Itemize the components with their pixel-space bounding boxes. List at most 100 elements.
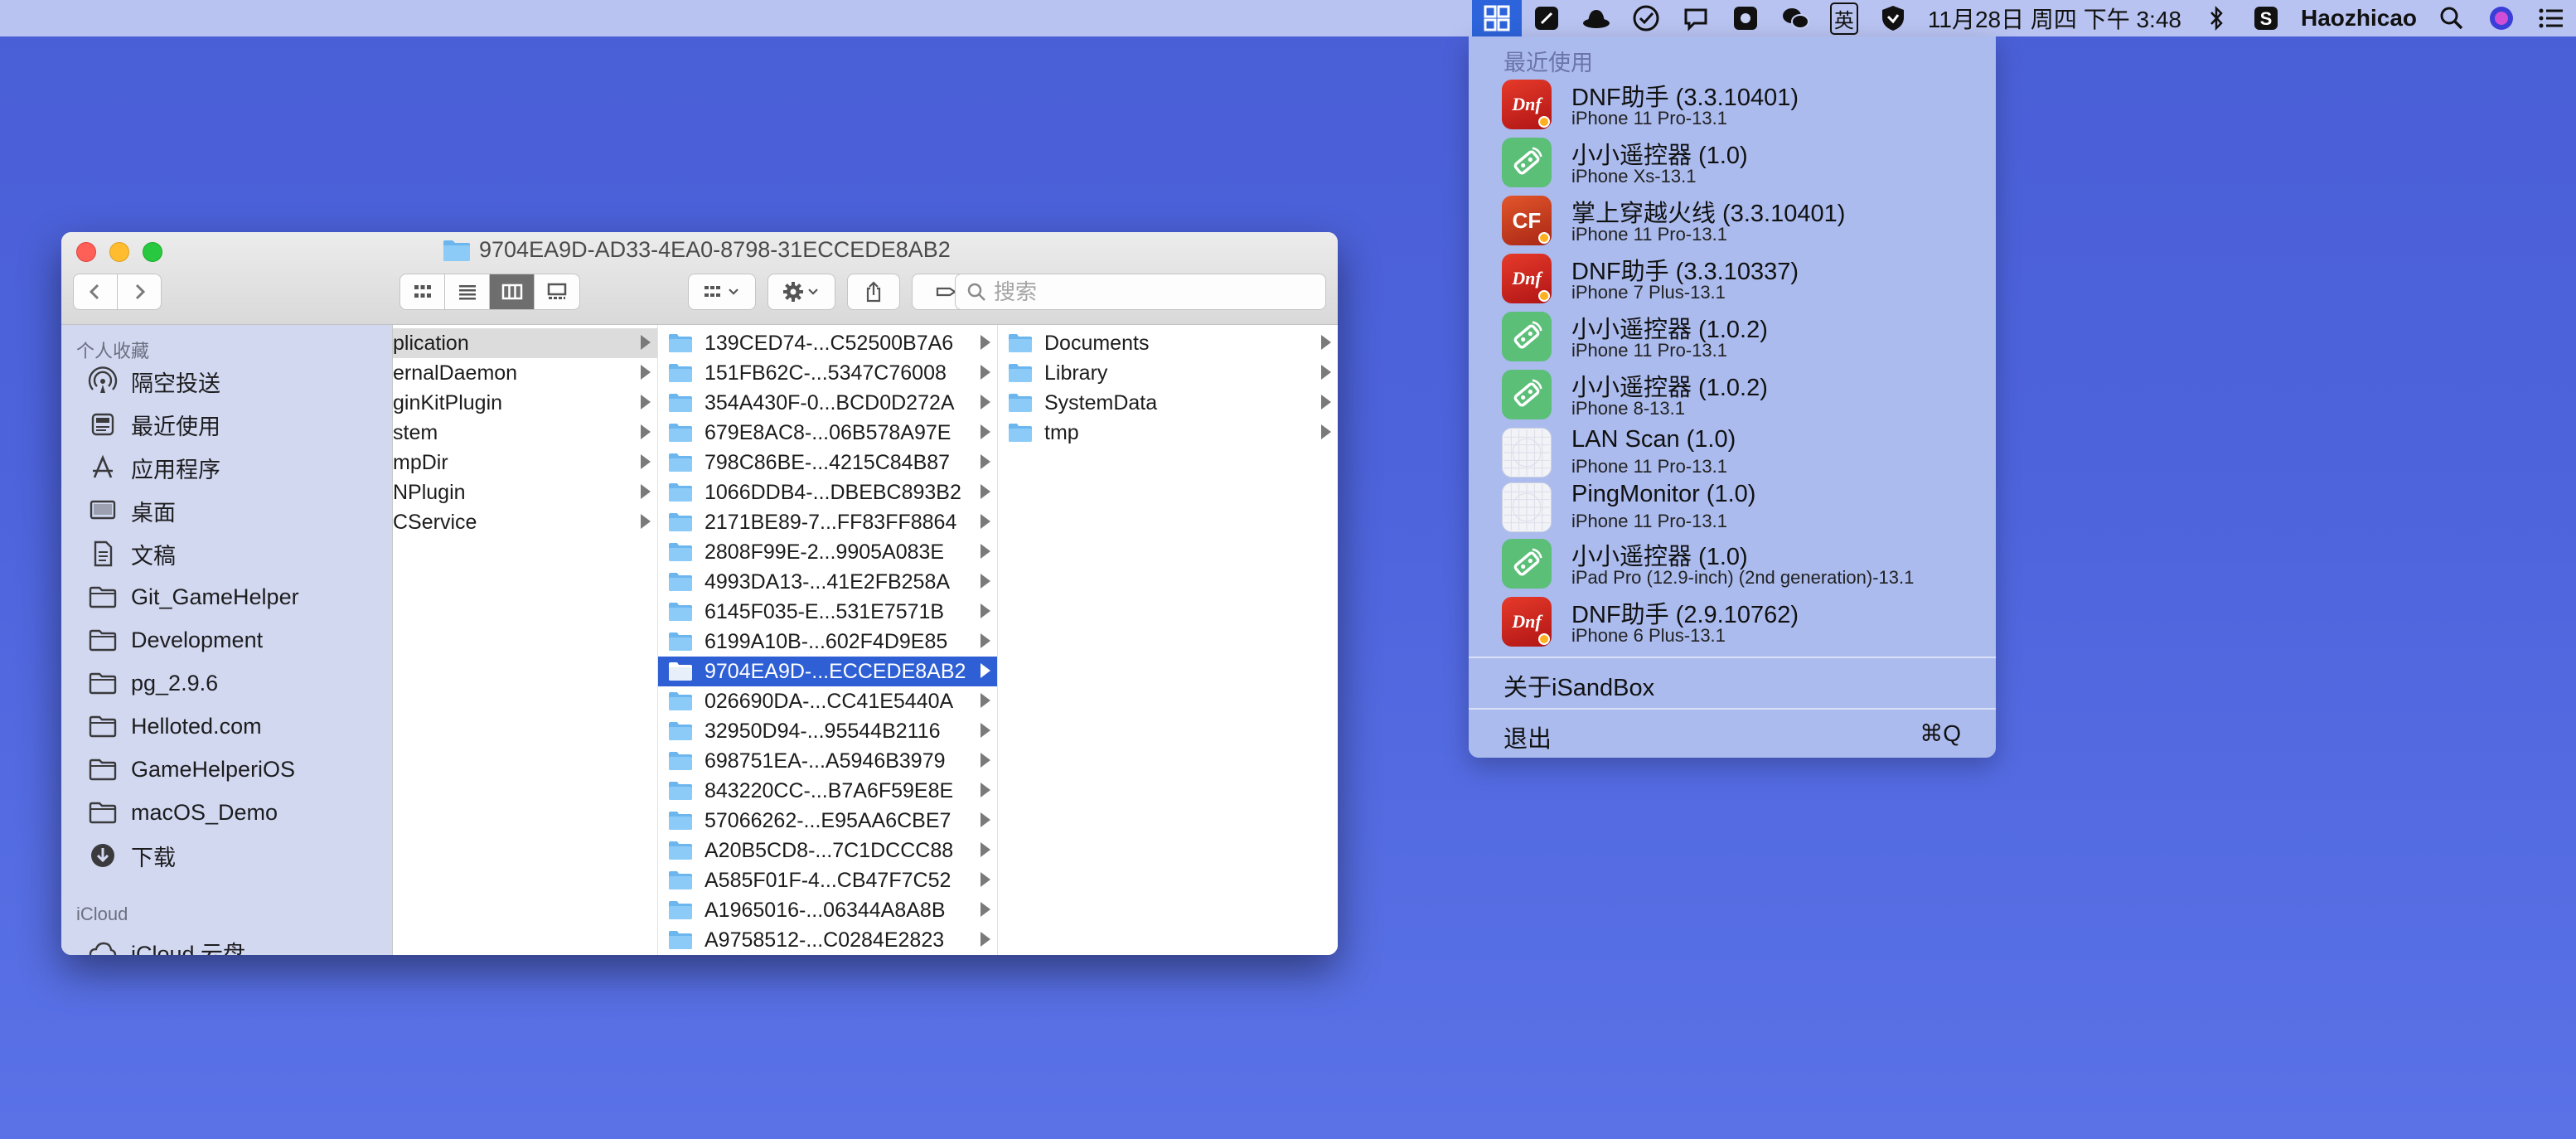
disclosure-arrow-icon (641, 514, 651, 529)
quit-menu-item[interactable]: 退出 (1503, 720, 1552, 754)
device-folder-item[interactable]: 6199A10B-...602F4D9E85 (658, 627, 997, 657)
device-folder-item[interactable]: 2171BE89-7...FF83FF8864 (658, 507, 997, 537)
column-view-button[interactable] (490, 274, 535, 309)
device-folder-item[interactable]: 354A430F-0...BCD0D272A (658, 388, 997, 418)
sidebar-item[interactable]: Development (61, 618, 392, 662)
chevron-left-icon (89, 284, 99, 300)
column-item[interactable]: stem (393, 418, 657, 448)
item-name: A9758512-...C0284E2823 (705, 928, 945, 952)
recent-app-menu-item[interactable]: CF 掌上穿越火线 (3.3.10401) iPhone 11 Pro-13.1 (1469, 191, 1996, 249)
remote-app-icon (1502, 312, 1552, 361)
column-item[interactable]: mpDir (393, 448, 657, 477)
menu-bar-clock[interactable]: 11月28日 周四 下午 3:48 (1918, 0, 2191, 36)
disclosure-arrow-icon (641, 365, 651, 380)
recent-app-menu-item[interactable]: PingMonitor (1.0) iPhone 11 Pro-13.1 (1469, 477, 1996, 536)
note-icon[interactable] (1522, 0, 1571, 36)
device-folder-item[interactable]: A20B5CD8-...7C1DCCC88 (658, 836, 997, 865)
icon-view-button[interactable] (400, 274, 445, 309)
recent-app-menu-item[interactable]: LAN Scan (1.0) iPhone 11 Pro-13.1 (1469, 423, 1996, 481)
recent-app-menu-item[interactable]: Dnf DNF助手 (3.3.10401) iPhone 11 Pro-13.1 (1469, 75, 1996, 133)
sidebar-item[interactable]: Git_GameHelper (61, 575, 392, 618)
recent-app-menu-item[interactable]: 小小遥控器 (1.0.2) iPhone 8-13.1 (1469, 365, 1996, 423)
device-folder-item[interactable]: 843220CC-...B7A6F59E8E (658, 776, 997, 806)
search-input[interactable] (994, 279, 1292, 305)
column-item[interactable]: ginKitPlugin (393, 388, 657, 418)
device-folder-item[interactable]: A9758512-...C0284E2823 (658, 925, 997, 955)
item-name: ernalDaemon (393, 361, 518, 385)
sidebar-item[interactable]: 隔空投送 (61, 360, 392, 403)
sidebar-item[interactable]: 桌面 (61, 489, 392, 532)
device-folder-item[interactable]: 798C86BE-...4215C84B87 (658, 448, 997, 477)
container-folder-item[interactable]: tmp (998, 418, 1338, 448)
search-field[interactable] (955, 274, 1326, 310)
device-folder-item[interactable]: 4993DA13-...41E2FB258A (658, 567, 997, 597)
device-folder-item[interactable]: 32950D94-...95544B2116 (658, 716, 997, 746)
sidebar-item-label: iCloud 云盘 (131, 941, 246, 956)
forward-button[interactable] (117, 274, 162, 310)
sidebar-item-label: 应用程序 (131, 457, 220, 482)
column-item[interactable]: CService (393, 507, 657, 537)
device-folder-item[interactable]: 57066262-...E95AA6CBE7 (658, 806, 997, 836)
spotlight-search-icon[interactable] (2427, 0, 2477, 36)
column-item[interactable]: NPlugin (393, 477, 657, 507)
device-folder-item[interactable]: 139CED74-...C52500B7A6 (658, 328, 997, 358)
hat-icon[interactable] (1571, 0, 1621, 36)
share-button[interactable] (847, 274, 900, 310)
sidebar-item[interactable]: pg_2.9.6 (61, 662, 392, 705)
disclosure-arrow-icon (1321, 424, 1331, 439)
disclosure-arrow-icon (981, 335, 990, 350)
close-button[interactable] (76, 242, 96, 262)
sidebar-item[interactable]: 应用程序 (61, 446, 392, 489)
siri-icon[interactable] (2477, 0, 2526, 36)
device-folder-item[interactable]: A1965016-...06344A8A8B (658, 895, 997, 925)
recent-app-menu-item[interactable]: 小小遥控器 (1.0.2) iPhone 11 Pro-13.1 (1469, 307, 1996, 365)
s-app-icon[interactable]: S (2241, 0, 2291, 36)
isandbox-status-item[interactable] (1471, 0, 1522, 36)
recent-app-menu-item[interactable]: Dnf DNF助手 (2.9.10762) iPhone 6 Plus-13.1 (1469, 592, 1996, 650)
list-view-button[interactable] (445, 274, 490, 309)
action-button[interactable] (767, 274, 835, 310)
gallery-view-button[interactable] (535, 274, 579, 309)
device-folder-item[interactable]: 6145F035-E...531E7571B (658, 597, 997, 627)
menu-bar-username[interactable]: Haozhicao (2291, 0, 2427, 36)
notification-center-icon[interactable] (2526, 0, 2576, 36)
container-folder-item[interactable]: Library (998, 358, 1338, 388)
zoom-button[interactable] (143, 242, 162, 262)
device-folder-item[interactable]: 1066DDB4-...DBEBC893B2 (658, 477, 997, 507)
wechat-icon[interactable] (1770, 0, 1820, 36)
device-folder-item[interactable]: 9704EA9D-...ECCEDE8AB2 (658, 657, 997, 686)
column-item[interactable]: ernalDaemon (393, 358, 657, 388)
sidebar-item-label: 桌面 (131, 500, 176, 526)
device-folder-item[interactable]: 698751EA-...A5946B3979 (658, 746, 997, 776)
device-folder-item[interactable]: 2808F99E-2...9905A083E (658, 537, 997, 567)
sidebar-item[interactable]: 最近使用 (61, 403, 392, 446)
sidebar-item[interactable]: 文稿 (61, 532, 392, 575)
app-logo-icon[interactable] (1721, 0, 1770, 36)
recent-app-menu-item[interactable]: Dnf DNF助手 (3.3.10337) iPhone 7 Plus-13.1 (1469, 249, 1996, 307)
shield-icon[interactable] (1868, 0, 1918, 36)
about-menu-item[interactable]: 关于iSandBox (1503, 668, 1654, 703)
bluetooth-icon[interactable] (2191, 0, 2241, 36)
device-folder-item[interactable]: 026690DA-...CC41E5440A (658, 686, 997, 716)
input-method-icon[interactable]: 英 (1820, 0, 1868, 36)
sidebar-item[interactable]: 下载 (61, 834, 392, 877)
item-name: 679E8AC8-...06B578A97E (705, 420, 951, 444)
minimize-button[interactable] (109, 242, 129, 262)
sidebar-item[interactable]: macOS_Demo (61, 791, 392, 834)
device-folder-item[interactable]: A585F01F-4...CB47F7C52 (658, 865, 997, 895)
container-folder-item[interactable]: SystemData (998, 388, 1338, 418)
device-folder-item[interactable]: 151FB62C-...5347C76008 (658, 358, 997, 388)
container-folder-item[interactable]: Documents (998, 328, 1338, 358)
recent-app-menu-item[interactable]: 小小遥控器 (1.0) iPad Pro (12.9-inch) (2nd gen… (1469, 534, 1996, 592)
sidebar-item[interactable]: GameHelperiOS (61, 748, 392, 791)
sidebar-item-icloud-drive[interactable]: iCloud 云盘 (61, 930, 392, 956)
group-by-button[interactable] (688, 274, 756, 310)
chat-bubble-icon[interactable] (1671, 0, 1721, 36)
column-item[interactable]: plication (393, 328, 657, 358)
back-button[interactable] (73, 274, 118, 310)
item-name: Library (1044, 361, 1108, 385)
recent-app-menu-item[interactable]: 小小遥控器 (1.0) iPhone Xs-13.1 (1469, 133, 1996, 191)
sidebar-item[interactable]: Helloted.com (61, 705, 392, 748)
device-folder-item[interactable]: 679E8AC8-...06B578A97E (658, 418, 997, 448)
checkmark-circle-icon[interactable] (1621, 0, 1671, 36)
